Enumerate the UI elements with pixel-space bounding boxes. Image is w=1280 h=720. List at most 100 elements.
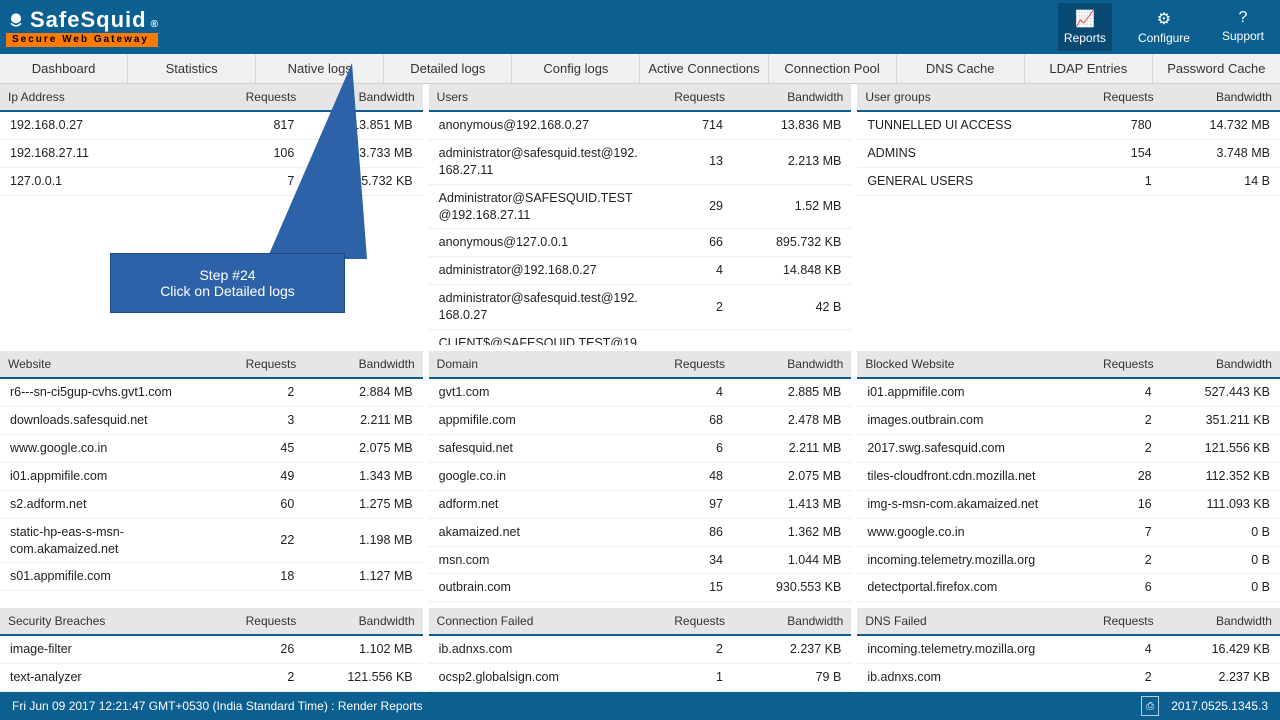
- tab-dns-cache[interactable]: DNS Cache: [897, 54, 1025, 83]
- col-requests[interactable]: Requests: [220, 351, 305, 378]
- panel-security-breaches: Security Breaches Requests Bandwidth ima…: [0, 608, 423, 692]
- table-row[interactable]: google.co.in 48 2.075 MB: [429, 462, 852, 490]
- col-bandwidth[interactable]: Bandwidth: [304, 351, 422, 378]
- table-row[interactable]: ib.adnxs.com 2 2.237 KB: [857, 664, 1280, 692]
- table-row[interactable]: appmifile.com 68 2.478 MB: [429, 407, 852, 435]
- table-row[interactable]: img-s-msn-com.akamaized.net 16 111.093 K…: [857, 490, 1280, 518]
- table-row[interactable]: i01.appmifile.com 49 1.343 MB: [0, 462, 423, 490]
- col-requests[interactable]: Requests: [220, 84, 305, 111]
- status-bar: Fri Jun 09 2017 12:21:47 GMT+0530 (India…: [0, 692, 1280, 720]
- table-row[interactable]: Administrator@SAFESQUID.TEST@192.168.27.…: [429, 184, 852, 229]
- header-action-configure[interactable]: ⚙Configure: [1132, 3, 1196, 51]
- panel-blocked-website: Blocked Website Requests Bandwidth i01.a…: [857, 351, 1280, 602]
- col-requests[interactable]: Requests: [648, 84, 733, 111]
- panel-connection-failed: Connection Failed Requests Bandwidth ib.…: [429, 608, 852, 692]
- table-row[interactable]: www.google.co.in 45 2.075 MB: [0, 435, 423, 463]
- table-row[interactable]: administrator@safesquid.test@192.168.0.2…: [429, 285, 852, 330]
- col-title[interactable]: Users: [429, 84, 649, 111]
- tab-detailed-logs[interactable]: Detailed logs: [384, 54, 512, 83]
- table-row[interactable]: www.google.co.in 7 0 B: [857, 518, 1280, 546]
- table-row[interactable]: detectportal.firefox.com 6 0 B: [857, 574, 1280, 602]
- table-row[interactable]: CLIENT$@SAFESQUID.TEST@192.168.27.11 1 1…: [429, 329, 852, 345]
- col-title[interactable]: Blocked Website: [857, 351, 1077, 378]
- table-row[interactable]: image-filter 26 1.102 MB: [0, 635, 423, 663]
- status-text: Fri Jun 09 2017 12:21:47 GMT+0530 (India…: [12, 699, 423, 713]
- table-row[interactable]: text-analyzer 2 121.556 KB: [0, 664, 423, 692]
- col-title[interactable]: Website: [0, 351, 220, 378]
- col-bandwidth[interactable]: Bandwidth: [304, 84, 422, 111]
- table-row[interactable]: incoming.telemetry.mozilla.org 2 0 B: [857, 546, 1280, 574]
- table-row[interactable]: TUNNELLED UI ACCESS 780 14.732 MB: [857, 111, 1280, 139]
- table-row[interactable]: outbrain.com 15 930.553 KB: [429, 574, 852, 602]
- tab-active-connections[interactable]: Active Connections: [640, 54, 768, 83]
- squid-icon: [6, 10, 26, 30]
- table-row[interactable]: images.outbrain.com 2 351.211 KB: [857, 407, 1280, 435]
- table-row[interactable]: akamaized.net 86 1.362 MB: [429, 518, 852, 546]
- col-requests[interactable]: Requests: [1077, 84, 1162, 111]
- col-requests[interactable]: Requests: [220, 608, 305, 635]
- col-requests[interactable]: Requests: [648, 608, 733, 635]
- table-row[interactable]: adform.net 97 1.413 MB: [429, 490, 852, 518]
- brand-logo: SafeSquid ® Secure Web Gateway: [6, 7, 158, 47]
- col-requests[interactable]: Requests: [1077, 608, 1162, 635]
- brand-subtitle: Secure Web Gateway: [6, 33, 158, 47]
- table-row[interactable]: anonymous@192.168.0.27 714 13.836 MB: [429, 111, 852, 139]
- reports-icon: 📈: [1064, 9, 1106, 29]
- col-bandwidth[interactable]: Bandwidth: [733, 351, 851, 378]
- col-bandwidth[interactable]: Bandwidth: [733, 608, 851, 635]
- table-row[interactable]: r6---sn-ci5gup-cvhs.gvt1.com 2 2.884 MB: [0, 378, 423, 406]
- col-title[interactable]: Domain: [429, 351, 649, 378]
- col-bandwidth[interactable]: Bandwidth: [304, 608, 422, 635]
- col-requests[interactable]: Requests: [1077, 351, 1162, 378]
- header-action-support[interactable]: ?Support: [1216, 3, 1270, 51]
- configure-icon: ⚙: [1138, 9, 1190, 29]
- col-title[interactable]: Connection Failed: [429, 608, 649, 635]
- table-row[interactable]: tiles-cloudfront.cdn.mozilla.net 28 112.…: [857, 462, 1280, 490]
- col-bandwidth[interactable]: Bandwidth: [1162, 608, 1280, 635]
- table-row[interactable]: administrator@192.168.0.27 4 14.848 KB: [429, 257, 852, 285]
- table-row[interactable]: incoming.telemetry.mozilla.org 4 16.429 …: [857, 635, 1280, 663]
- support-icon: ?: [1222, 9, 1264, 27]
- tab-ldap-entries[interactable]: LDAP Entries: [1025, 54, 1153, 83]
- table-row[interactable]: msn.com 34 1.044 MB: [429, 546, 852, 574]
- tab-connection-pool[interactable]: Connection Pool: [769, 54, 897, 83]
- table-row[interactable]: anonymous@127.0.0.1 66 895.732 KB: [429, 229, 852, 257]
- col-requests[interactable]: Requests: [648, 351, 733, 378]
- tab-config-logs[interactable]: Config logs: [512, 54, 640, 83]
- tab-password-cache[interactable]: Password Cache: [1153, 54, 1280, 83]
- panel-website: Website Requests Bandwidth r6---sn-ci5gu…: [0, 351, 423, 602]
- table-row[interactable]: 2017.swg.safesquid.com 2 121.556 KB: [857, 435, 1280, 463]
- table-row[interactable]: ib.adnxs.com 2 2.237 KB: [429, 635, 852, 663]
- tab-statistics[interactable]: Statistics: [128, 54, 256, 83]
- header-action-reports[interactable]: 📈Reports: [1058, 3, 1112, 51]
- version-text: 2017.0525.1345.3: [1171, 699, 1268, 713]
- col-bandwidth[interactable]: Bandwidth: [1162, 84, 1280, 111]
- col-bandwidth[interactable]: Bandwidth: [733, 84, 851, 111]
- table-row[interactable]: ADMINS 154 3.748 MB: [857, 139, 1280, 167]
- tab-dashboard[interactable]: Dashboard: [0, 54, 128, 83]
- table-row[interactable]: s01.appmifile.com 18 1.127 MB: [0, 563, 423, 591]
- pdf-export-icon[interactable]: ⎙: [1141, 696, 1159, 716]
- col-title[interactable]: DNS Failed: [857, 608, 1077, 635]
- col-title[interactable]: User groups: [857, 84, 1077, 111]
- table-row[interactable]: downloads.safesquid.net 3 2.211 MB: [0, 407, 423, 435]
- brand-name: SafeSquid: [30, 9, 147, 31]
- dashboard-grid: Ip Address Requests Bandwidth 192.168.0.…: [0, 84, 1280, 692]
- table-row[interactable]: administrator@safesquid.test@192.168.27.…: [429, 139, 852, 184]
- panel-users: Users Requests Bandwidth anonymous@192.1…: [429, 84, 852, 345]
- table-row[interactable]: i01.appmifile.com 4 527.443 KB: [857, 378, 1280, 406]
- col-title[interactable]: Security Breaches: [0, 608, 220, 635]
- registered-mark: ®: [151, 20, 158, 30]
- table-row[interactable]: safesquid.net 6 2.211 MB: [429, 435, 852, 463]
- panel-dns-failed: DNS Failed Requests Bandwidth incoming.t…: [857, 608, 1280, 692]
- table-row[interactable]: s2.adform.net 60 1.275 MB: [0, 490, 423, 518]
- col-bandwidth[interactable]: Bandwidth: [1162, 351, 1280, 378]
- table-row[interactable]: ocsp2.globalsign.com 1 79 B: [429, 664, 852, 692]
- col-title[interactable]: Ip Address: [0, 84, 220, 111]
- table-row[interactable]: 192.168.0.27 817 13.851 MB: [0, 111, 423, 139]
- table-row[interactable]: gvt1.com 4 2.885 MB: [429, 378, 852, 406]
- app-header: SafeSquid ® Secure Web Gateway 📈Reports ⚙…: [0, 0, 1280, 54]
- tab-native-logs[interactable]: Native logs: [256, 54, 384, 83]
- table-row[interactable]: GENERAL USERS 1 14 B: [857, 167, 1280, 195]
- table-row[interactable]: static-hp-eas-s-msn-com.akamaized.net 22…: [0, 518, 423, 563]
